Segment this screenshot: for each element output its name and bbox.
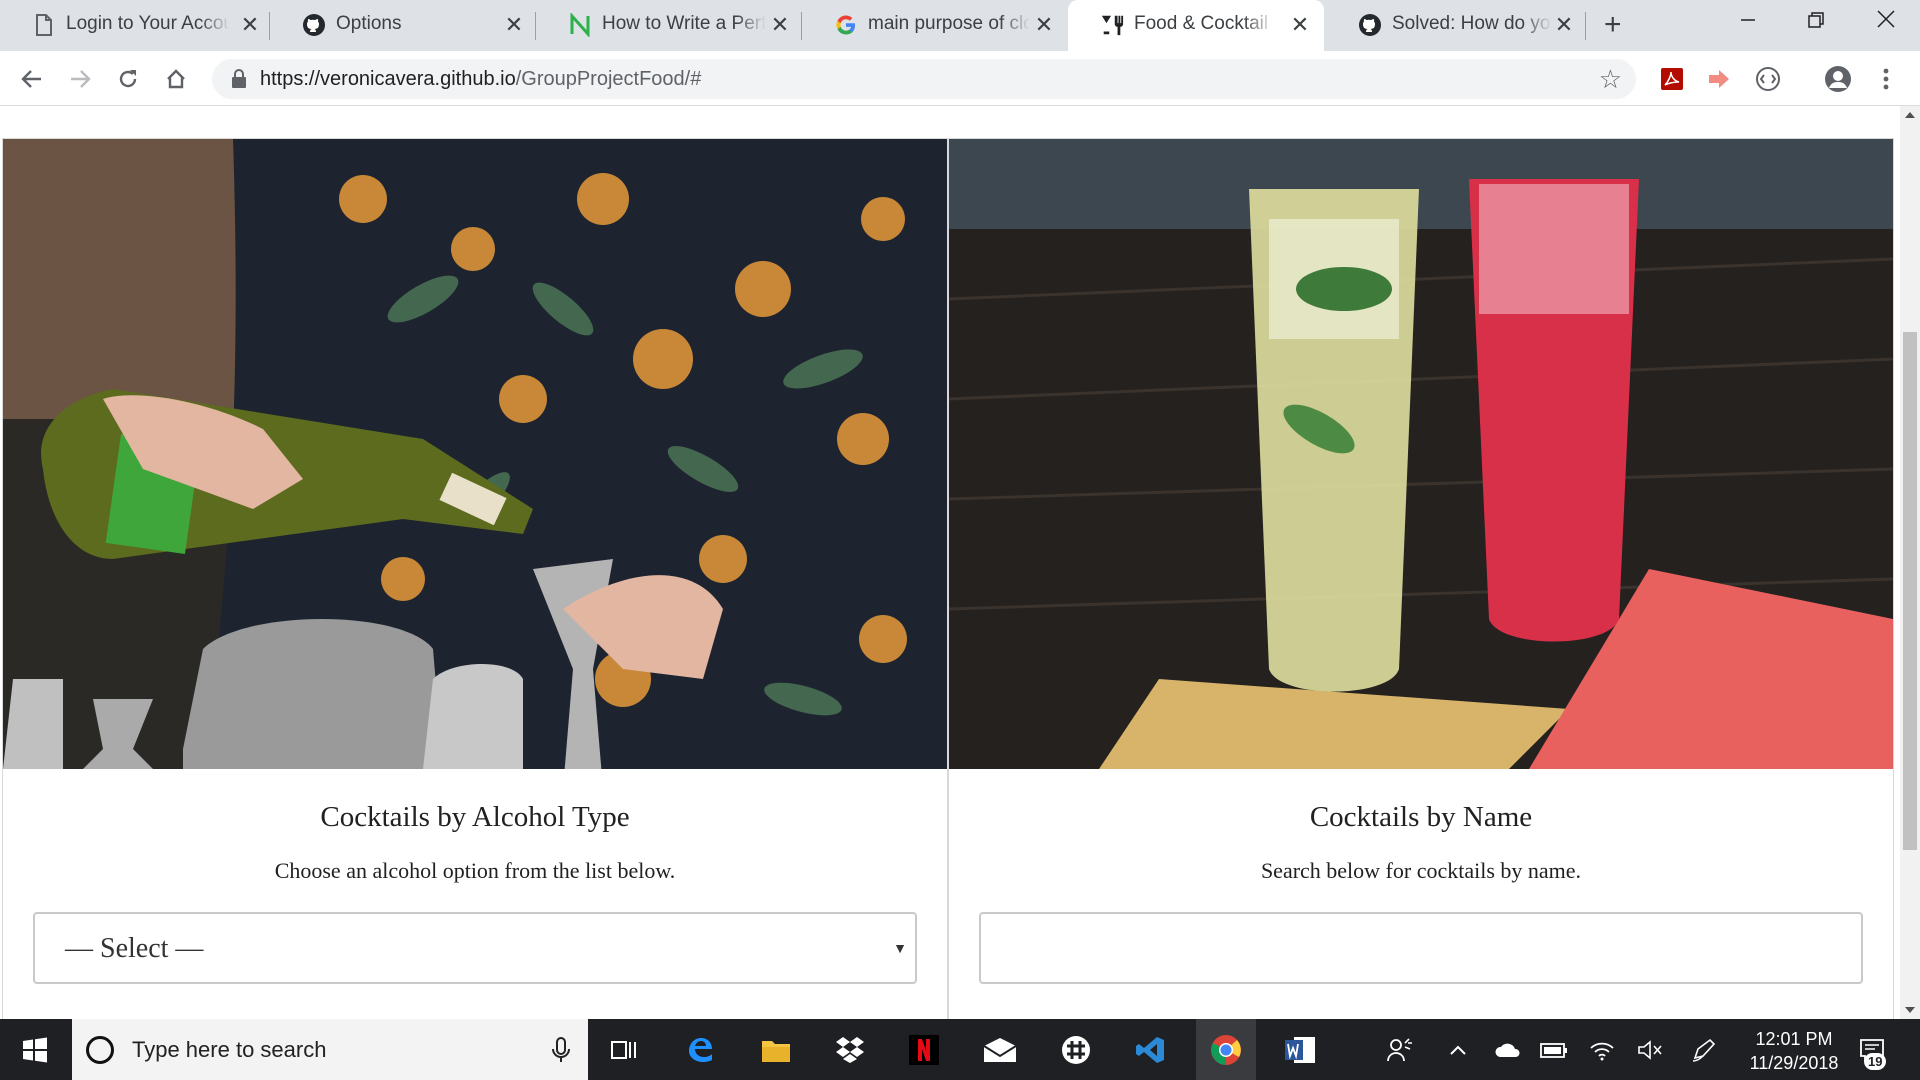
edge-browser-icon[interactable] [676,1019,724,1080]
tab-how-to-write[interactable]: How to Write a Perfect ✕ [536,0,802,51]
chevron-down-icon: ▼ [893,940,907,956]
page-viewport: Cocktails by Alcohol Type Choose an alco… [0,106,1900,1019]
onedrive-icon[interactable] [1490,1019,1526,1080]
reload-button[interactable] [112,63,144,95]
profile-avatar-icon[interactable] [1822,63,1854,95]
back-button[interactable] [16,63,48,95]
cocktail-name-description: Search below for cocktails by name. [1260,858,1582,883]
tab-title: How to Write a Perfect [602,13,766,35]
tab-title: Login to Your Account [66,13,230,35]
document-icon [32,13,56,37]
bookmark-star-icon[interactable]: ☆ [1599,65,1622,93]
tab-title: Solved: How do you [1392,13,1552,35]
tab-food-cocktail[interactable]: Food & Cocktail ✕ [1068,0,1324,51]
address-bar[interactable]: https://veronicavera.github.io/GroupProj… [212,59,1636,99]
task-view-icon[interactable] [600,1019,648,1080]
close-icon[interactable]: ✕ [1032,13,1056,37]
dropbox-icon[interactable] [826,1019,874,1080]
food-cocktail-icon [1100,13,1124,37]
tab-login[interactable]: Login to Your Account ✕ [0,0,270,51]
home-button[interactable] [160,63,192,95]
taskbar-search-placeholder: Type here to search [132,1037,327,1062]
file-explorer-icon[interactable] [752,1019,800,1080]
taskbar-clock[interactable]: 12:01 PM 11/29/2018 [1734,1027,1854,1075]
tab-title: Food & Cocktail [1134,13,1274,35]
tab-title: Options [336,13,496,35]
tab-title: main purpose of cloud [868,13,1030,35]
alcohol-type-heading: Cocktails by Alcohol Type [320,801,630,833]
cocktail-name-search-input[interactable] [979,912,1863,984]
github-icon [1358,13,1382,37]
tab-solved[interactable]: Solved: How do you ✕ [1326,0,1586,51]
show-hidden-icons-chevron-icon[interactable] [1442,1019,1474,1080]
url-text[interactable]: https://veronicavera.github.io/GroupProj… [260,68,701,91]
n-logo-icon [568,13,592,37]
tab-main-purpose[interactable]: main purpose of cloud ✕ [802,0,1066,51]
tab-strip: Login to Your Account ✕ Options ✕ How to… [0,0,1920,51]
page-scrollbar[interactable] [1900,106,1920,1019]
netflix-icon[interactable] [900,1019,948,1080]
scroll-up-arrow-icon[interactable] [1905,112,1915,118]
lock-icon[interactable] [230,69,250,89]
taskbar-search-box[interactable]: Type here to search [72,1019,588,1080]
cocktail-name-heading: Cocktails by Name [1309,801,1533,833]
close-window-button[interactable] [1866,8,1906,38]
forward-button[interactable] [64,63,96,95]
notification-count-badge: 19 [1864,1053,1887,1070]
close-icon[interactable]: ✕ [502,13,526,37]
url-path: /GroupProjectFood/# [515,68,702,90]
menu-kebab-icon[interactable] [1870,63,1902,95]
slack-icon[interactable] [1052,1019,1100,1080]
select-value: — Select — [65,933,204,964]
browser-toolbar: https://veronicavera.github.io/GroupProj… [0,51,1920,106]
start-button[interactable] [0,1019,70,1080]
extension-icon[interactable] [1752,63,1784,95]
vscode-icon[interactable] [1126,1019,1174,1080]
battery-icon[interactable] [1536,1019,1572,1080]
url-host: https://veronicavera.github.io [260,68,516,90]
windows-taskbar: Type here to search 12:01 PM 11/29/2018 … [0,1019,1920,1080]
pen-ink-icon[interactable] [1686,1019,1722,1080]
minimize-button[interactable] [1728,8,1768,38]
alcohol-type-select[interactable]: — Select — ▼ [33,912,917,984]
tab-options[interactable]: Options ✕ [270,0,536,51]
word-icon[interactable] [1276,1019,1324,1080]
bartender-pouring-photo [3,139,947,769]
volume-muted-icon[interactable] [1632,1019,1668,1080]
new-tab-button[interactable]: + [1604,10,1622,40]
wifi-icon[interactable] [1584,1019,1620,1080]
scrollbar-thumb[interactable] [1903,332,1917,850]
github-icon [302,13,326,37]
cortana-icon [86,1036,114,1064]
restore-button[interactable] [1796,8,1836,38]
cocktail-name-card: Cocktails by Name Search below for cockt… [948,138,1894,1019]
tab-separator [1585,12,1586,40]
alcohol-type-card: Cocktails by Alcohol Type Choose an alco… [2,138,948,1019]
clock-time: 12:01 PM [1755,1029,1833,1049]
alcohol-type-description: Choose an alcohol option from the list b… [274,858,676,883]
close-icon[interactable]: ✕ [238,13,262,37]
cocktails-on-bar-photo [949,139,1893,769]
scroll-down-arrow-icon[interactable] [1905,1007,1915,1013]
clock-date: 11/29/2018 [1749,1053,1839,1073]
microphone-icon[interactable] [550,1036,572,1064]
people-icon[interactable] [1380,1019,1420,1080]
close-icon[interactable]: ✕ [1288,13,1312,37]
action-center-icon[interactable] [1850,1019,1894,1080]
close-icon[interactable]: ✕ [768,13,792,37]
google-icon [834,13,858,37]
mail-icon[interactable] [976,1019,1024,1080]
close-icon[interactable]: ✕ [1552,13,1576,37]
share-extension-icon[interactable] [1704,63,1736,95]
pdf-extension-icon[interactable] [1656,63,1688,95]
chrome-icon[interactable] [1196,1019,1256,1080]
